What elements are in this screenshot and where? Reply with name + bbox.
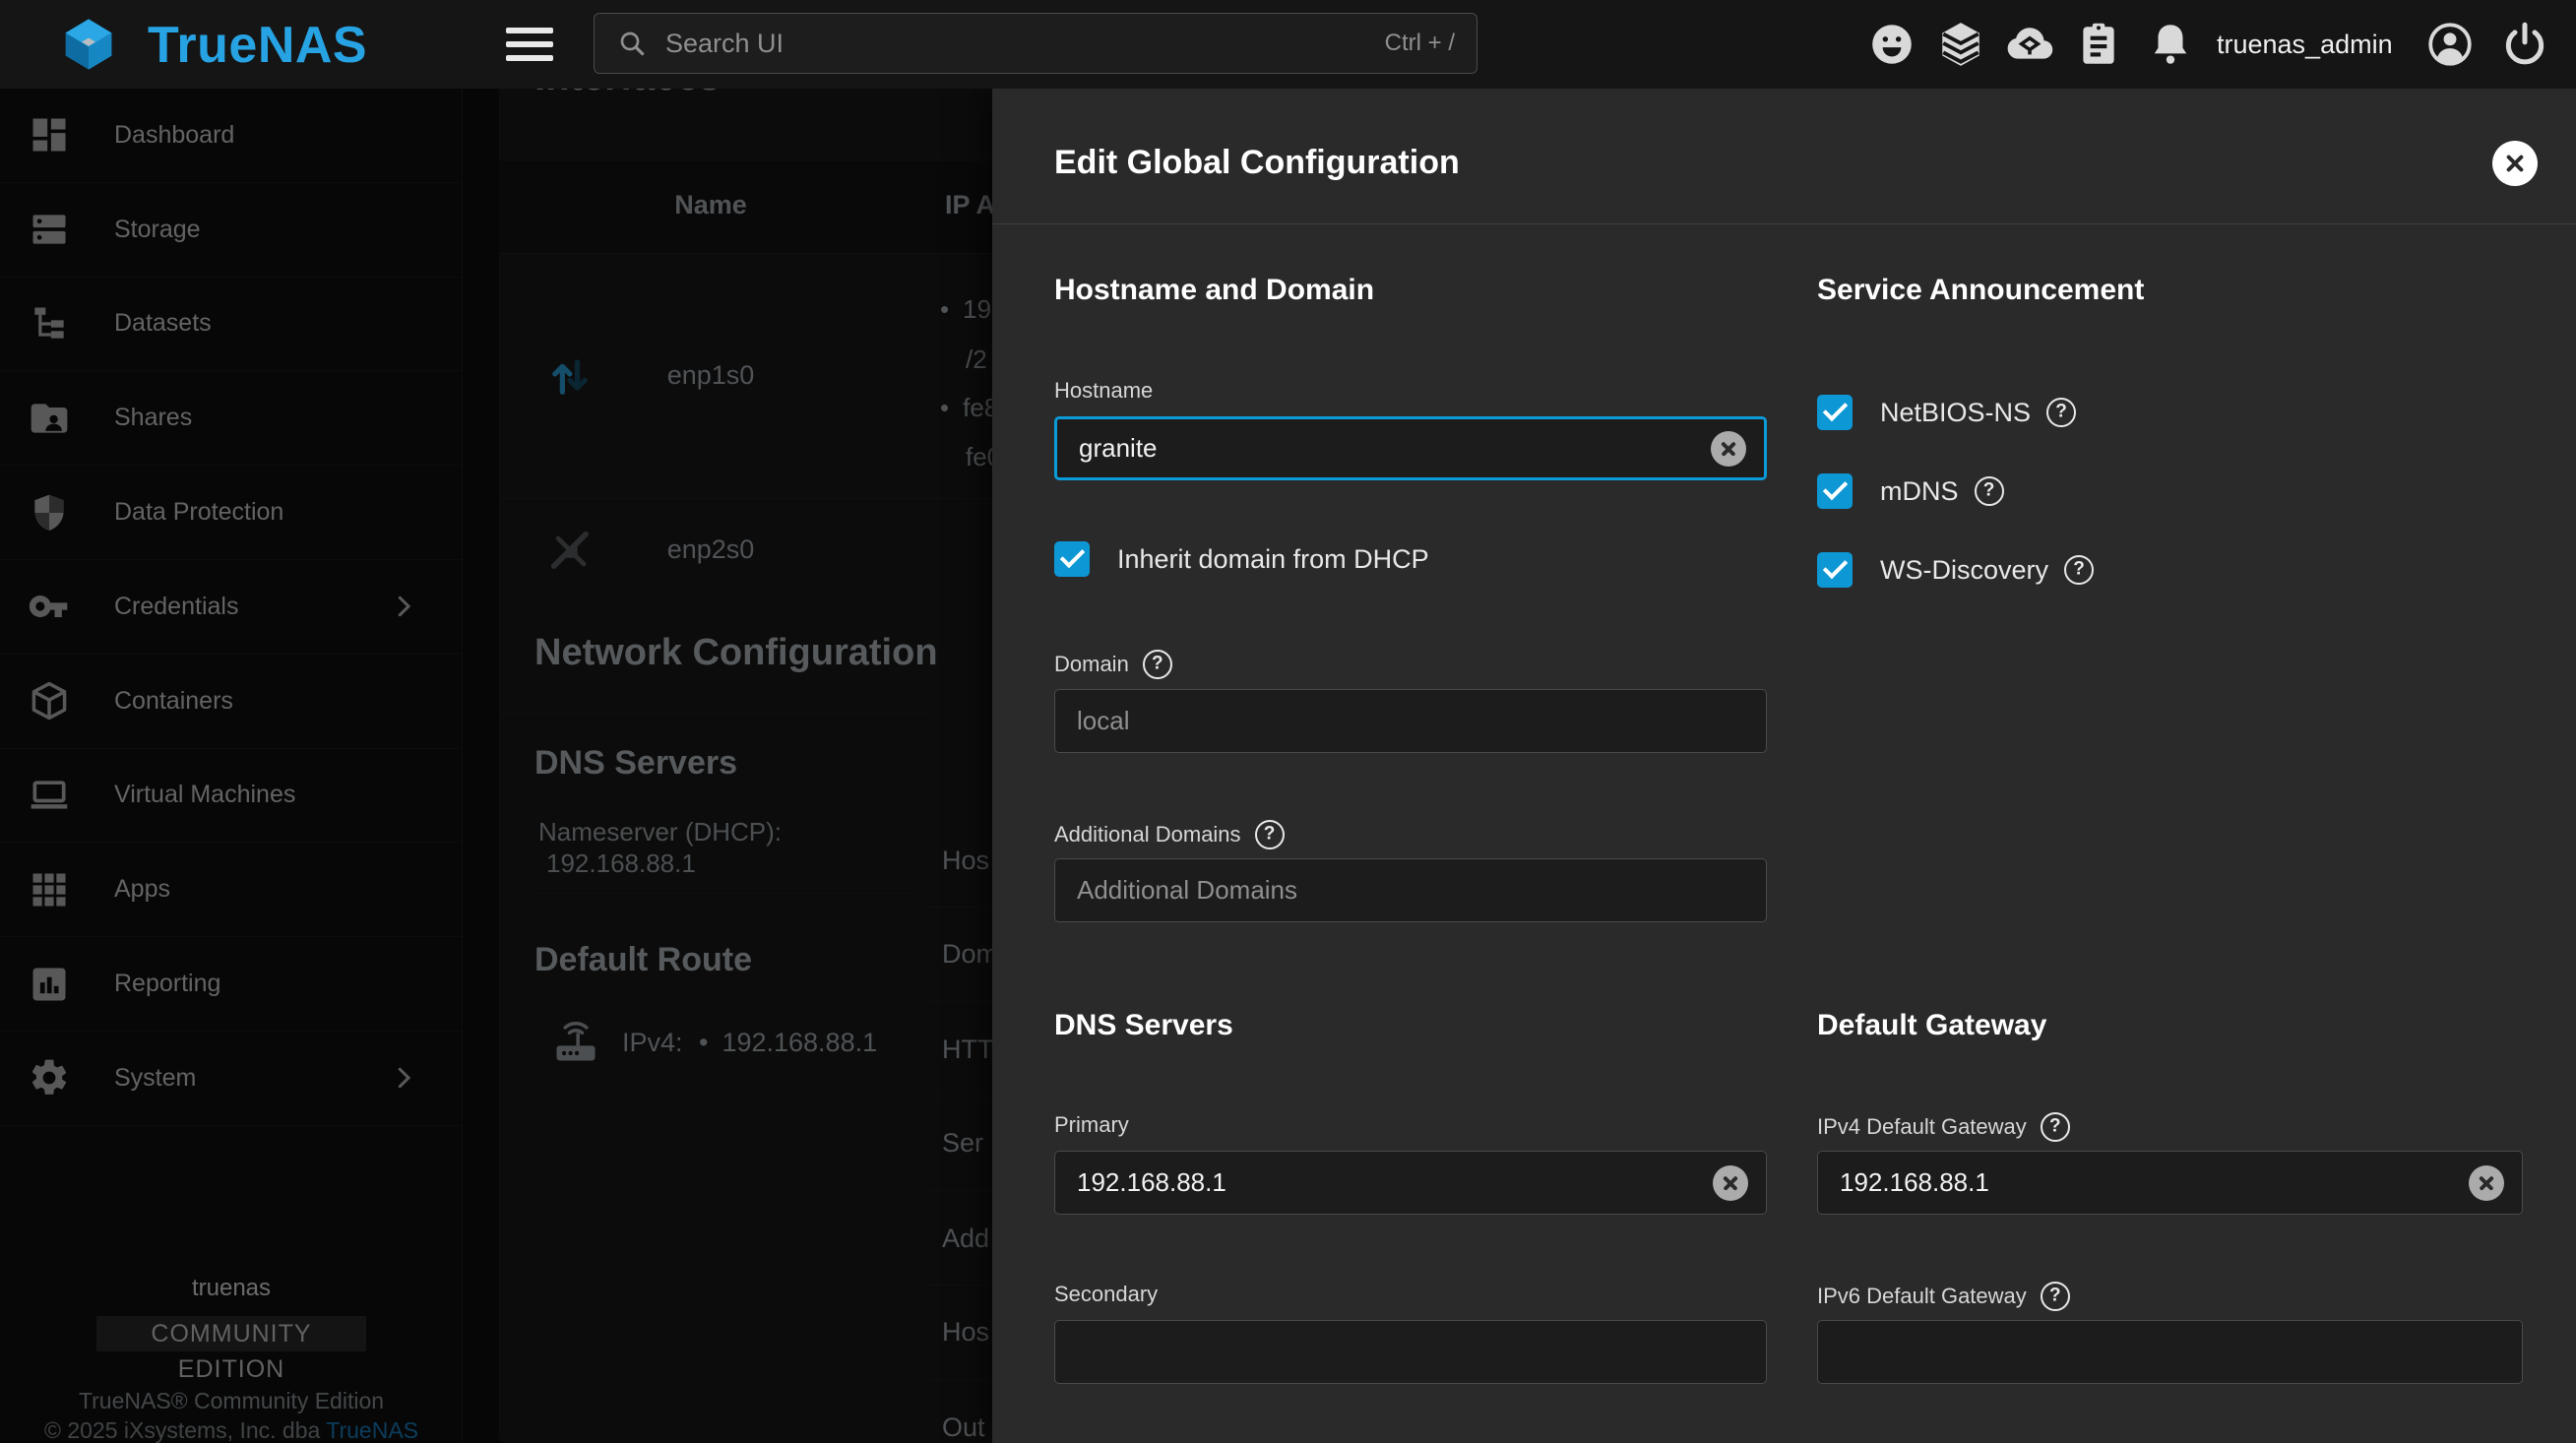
modal-backdrop[interactable] [0,89,992,1443]
jobs-clipboard-icon[interactable] [2074,20,2123,69]
additional-domains-label-text: Additional Domains [1054,822,1241,847]
truenas-logo-text[interactable]: TrueNAS [148,16,367,75]
netbios-label-text: NetBIOS-NS [1880,398,2031,428]
help-icon[interactable] [2041,1282,2070,1311]
alerts-bell-icon[interactable] [2146,20,2195,69]
domain-input[interactable] [1055,690,1766,752]
secondary-dns-label-text: Secondary [1054,1282,1158,1307]
mdns-label-text: mDNS [1880,476,1959,507]
help-icon[interactable] [1975,476,2004,506]
ws-discovery-label: WS-Discovery [1880,555,2094,586]
ipv4-gateway-input-wrapper [1817,1151,2523,1215]
help-icon[interactable] [2046,398,2076,427]
panel-title: Edit Global Configuration [1054,144,1460,182]
panel-header-divider [992,223,2576,224]
checkbox-checked-icon[interactable] [1817,552,1853,588]
close-icon[interactable] [2492,141,2538,186]
hostname-label-text: Hostname [1054,378,1153,404]
clear-input-icon[interactable] [1713,1165,1748,1201]
primary-dns-input[interactable] [1055,1152,1766,1214]
search-bar: Ctrl + / [594,13,1477,74]
dns-servers-heading: DNS Servers [1054,1009,1233,1042]
additional-domains-field-label: Additional Domains [1054,820,1285,849]
search-icon [616,28,648,59]
primary-dns-label-text: Primary [1054,1112,1129,1138]
checkbox-checked-icon[interactable] [1054,541,1090,577]
help-icon[interactable] [2041,1112,2070,1142]
mdns-label: mDNS [1880,476,2004,507]
ipv6-gateway-input[interactable] [1818,1321,2522,1383]
clear-input-icon[interactable] [1711,431,1746,467]
truecommand-icon[interactable] [1936,20,1985,69]
clear-input-icon[interactable] [2469,1165,2504,1201]
inherit-domain-label: Inherit domain from DHCP [1117,544,1429,575]
domain-label-text: Domain [1054,652,1129,677]
cloud-connect-icon[interactable] [2005,20,2054,69]
netbios-checkbox[interactable]: NetBIOS-NS [1817,395,2076,430]
inherit-domain-checkbox[interactable]: Inherit domain from DHCP [1054,541,1429,577]
username-menu[interactable]: truenas_admin [2217,30,2393,60]
domain-input-wrapper [1054,689,1767,753]
service-announcement-heading: Service Announcement [1817,274,2144,307]
mdns-checkbox[interactable]: mDNS [1817,473,2004,509]
help-icon[interactable] [1143,650,1172,679]
help-icon[interactable] [2064,555,2094,585]
primary-dns-field-label: Primary [1054,1112,1129,1138]
additional-domains-input[interactable] [1055,859,1766,921]
secondary-dns-input-wrapper [1054,1320,1767,1384]
secondary-dns-field-label: Secondary [1054,1282,1158,1307]
secondary-dns-input[interactable] [1055,1321,1766,1383]
hostname-input-wrapper [1054,416,1767,480]
default-gateway-heading: Default Gateway [1817,1009,2046,1042]
hostname-input[interactable] [1057,419,1764,477]
ipv6-gateway-field-label: IPv6 Default Gateway [1817,1282,2070,1311]
ipv4-gateway-input[interactable] [1818,1152,2522,1214]
search-input[interactable] [665,29,1385,59]
netbios-label: NetBIOS-NS [1880,398,2076,428]
app-root: Interfaces Name IP Ad enp1s0 19 /2 fe8 f… [0,0,2576,1443]
edit-global-configuration-panel: Edit Global Configuration Hostname and D… [992,89,2576,1443]
checkbox-checked-icon[interactable] [1817,395,1853,430]
ipv4-gateway-field-label: IPv4 Default Gateway [1817,1112,2070,1142]
topbar: TrueNAS Ctrl + / truenas_admin [0,0,2576,89]
feedback-smiley-icon[interactable] [1867,20,1916,69]
search-shortcut-hint: Ctrl + / [1385,30,1455,57]
ws-discovery-label-text: WS-Discovery [1880,555,2048,586]
power-icon[interactable] [2500,20,2549,69]
ws-discovery-checkbox[interactable]: WS-Discovery [1817,552,2094,588]
checkbox-checked-icon[interactable] [1817,473,1853,509]
help-icon[interactable] [1255,820,1285,849]
domain-field-label: Domain [1054,650,1172,679]
menu-toggle-icon[interactable] [506,28,553,63]
additional-domains-input-wrapper [1054,858,1767,922]
truenas-logo-icon[interactable] [61,17,116,72]
ipv6-gateway-input-wrapper [1817,1320,2523,1384]
hostname-domain-heading: Hostname and Domain [1054,274,1374,307]
primary-dns-input-wrapper [1054,1151,1767,1215]
user-avatar-icon[interactable] [2425,20,2475,69]
hostname-field-label: Hostname [1054,378,1153,404]
ipv6-gateway-label-text: IPv6 Default Gateway [1817,1284,2027,1309]
ipv4-gateway-label-text: IPv4 Default Gateway [1817,1114,2027,1140]
